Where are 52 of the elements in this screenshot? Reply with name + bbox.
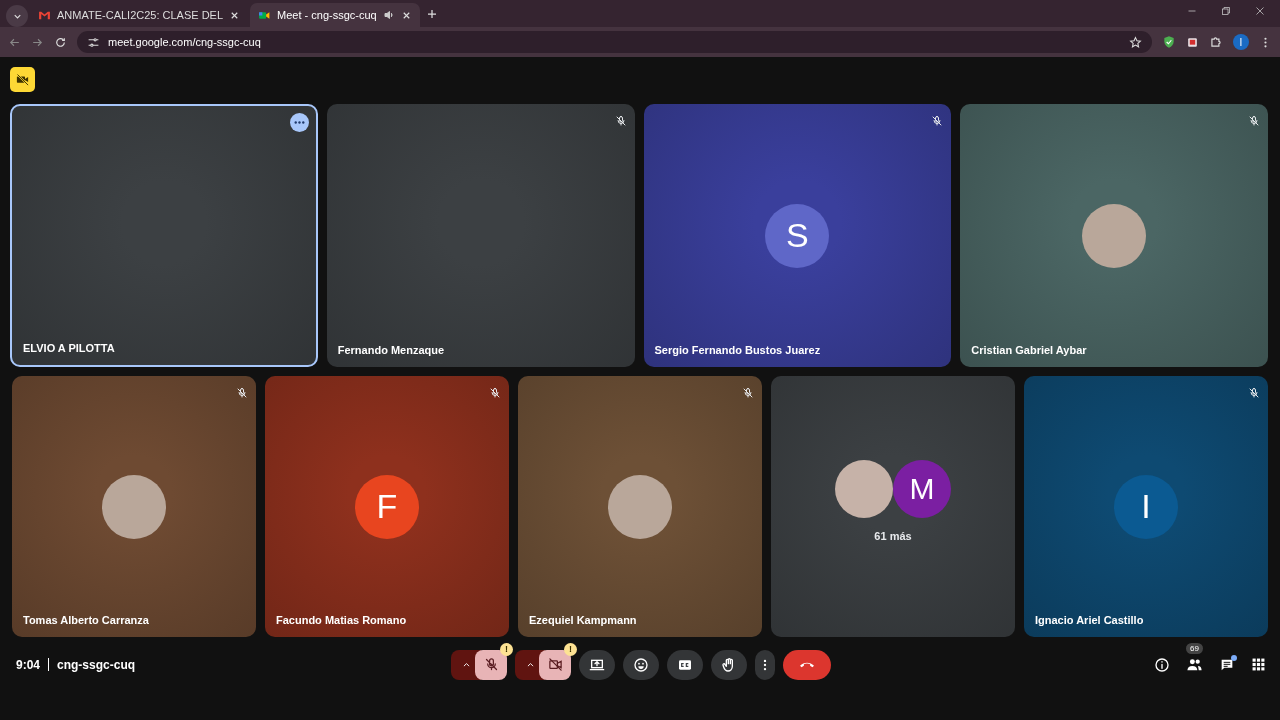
- leave-call-button[interactable]: [783, 649, 831, 680]
- smiley-icon: [633, 656, 649, 673]
- puzzle-icon: [1209, 35, 1223, 49]
- participant-name: Cristian Gabriel Aybar: [971, 344, 1087, 356]
- browser-tab[interactable]: Meet - cng-ssgc-cuq: [250, 3, 420, 27]
- star-icon: [1129, 35, 1142, 49]
- avatar-initial: F: [355, 474, 419, 539]
- participant-name: ELVIO A PILOTTA: [23, 342, 115, 354]
- participant-name: Ezequiel Kampmann: [529, 614, 637, 626]
- present-screen-button[interactable]: [579, 649, 615, 680]
- warning-badge: !: [564, 642, 577, 656]
- participant-name: Ignacio Ariel Castillo: [1035, 614, 1144, 626]
- people-icon: [1186, 656, 1203, 673]
- participant-name: Facundo Matias Romano: [276, 614, 407, 626]
- avatar-initial: M: [893, 459, 951, 518]
- info-icon: [1154, 656, 1170, 673]
- meeting-code: cng-ssgc-cuq: [57, 657, 136, 672]
- raise-hand-button[interactable]: [711, 649, 747, 680]
- camera-toggle-button[interactable]: [539, 649, 571, 680]
- plus-icon: [425, 7, 438, 20]
- browser-tab[interactable]: ANMATE-CALI2C25: CLASE DEL: [30, 3, 249, 27]
- grid-icon: [1251, 657, 1266, 672]
- participant-name: Tomas Alberto Carranza: [23, 614, 149, 626]
- clock-time: 9:04: [16, 657, 41, 672]
- microphone-toggle-button[interactable]: [475, 649, 507, 680]
- video-off-icon: [547, 657, 563, 672]
- shield-check-icon: [1162, 35, 1176, 49]
- reload-icon: [54, 35, 67, 49]
- close-icon: [1254, 4, 1266, 17]
- participant-name: Fernando Menzaque: [337, 344, 445, 356]
- avatar-photo-placeholder: [835, 459, 893, 518]
- extension-square-icon: [1186, 35, 1199, 49]
- meeting-details-button[interactable]: [1154, 656, 1170, 673]
- reactions-button[interactable]: [623, 649, 659, 680]
- site-settings-icon: [87, 35, 100, 49]
- avatar-initial: I: [1114, 474, 1178, 539]
- profile-avatar[interactable]: I: [1233, 34, 1249, 50]
- participant-count-badge: 69: [1186, 643, 1203, 654]
- more-participants-label: 61 más: [874, 529, 912, 542]
- new-tab-button[interactable]: [425, 7, 438, 20]
- muted-microphone-icon: [483, 657, 499, 672]
- restore-icon: [1220, 4, 1232, 17]
- phone-hangup-icon: [800, 661, 814, 668]
- participant-name: Sergio Fernando Bustos Juarez: [654, 344, 821, 356]
- warning-badge: !: [500, 642, 513, 656]
- captions-button[interactable]: [667, 649, 703, 680]
- tab-search-button[interactable]: [6, 5, 28, 27]
- video-off-icon: [15, 72, 30, 87]
- address-bar[interactable]: meet.google.com/cng-ssgc-cuq: [77, 31, 1152, 53]
- avatar-initial: S: [765, 203, 830, 268]
- activities-button[interactable]: [1251, 657, 1266, 672]
- more-options-button[interactable]: [289, 113, 309, 132]
